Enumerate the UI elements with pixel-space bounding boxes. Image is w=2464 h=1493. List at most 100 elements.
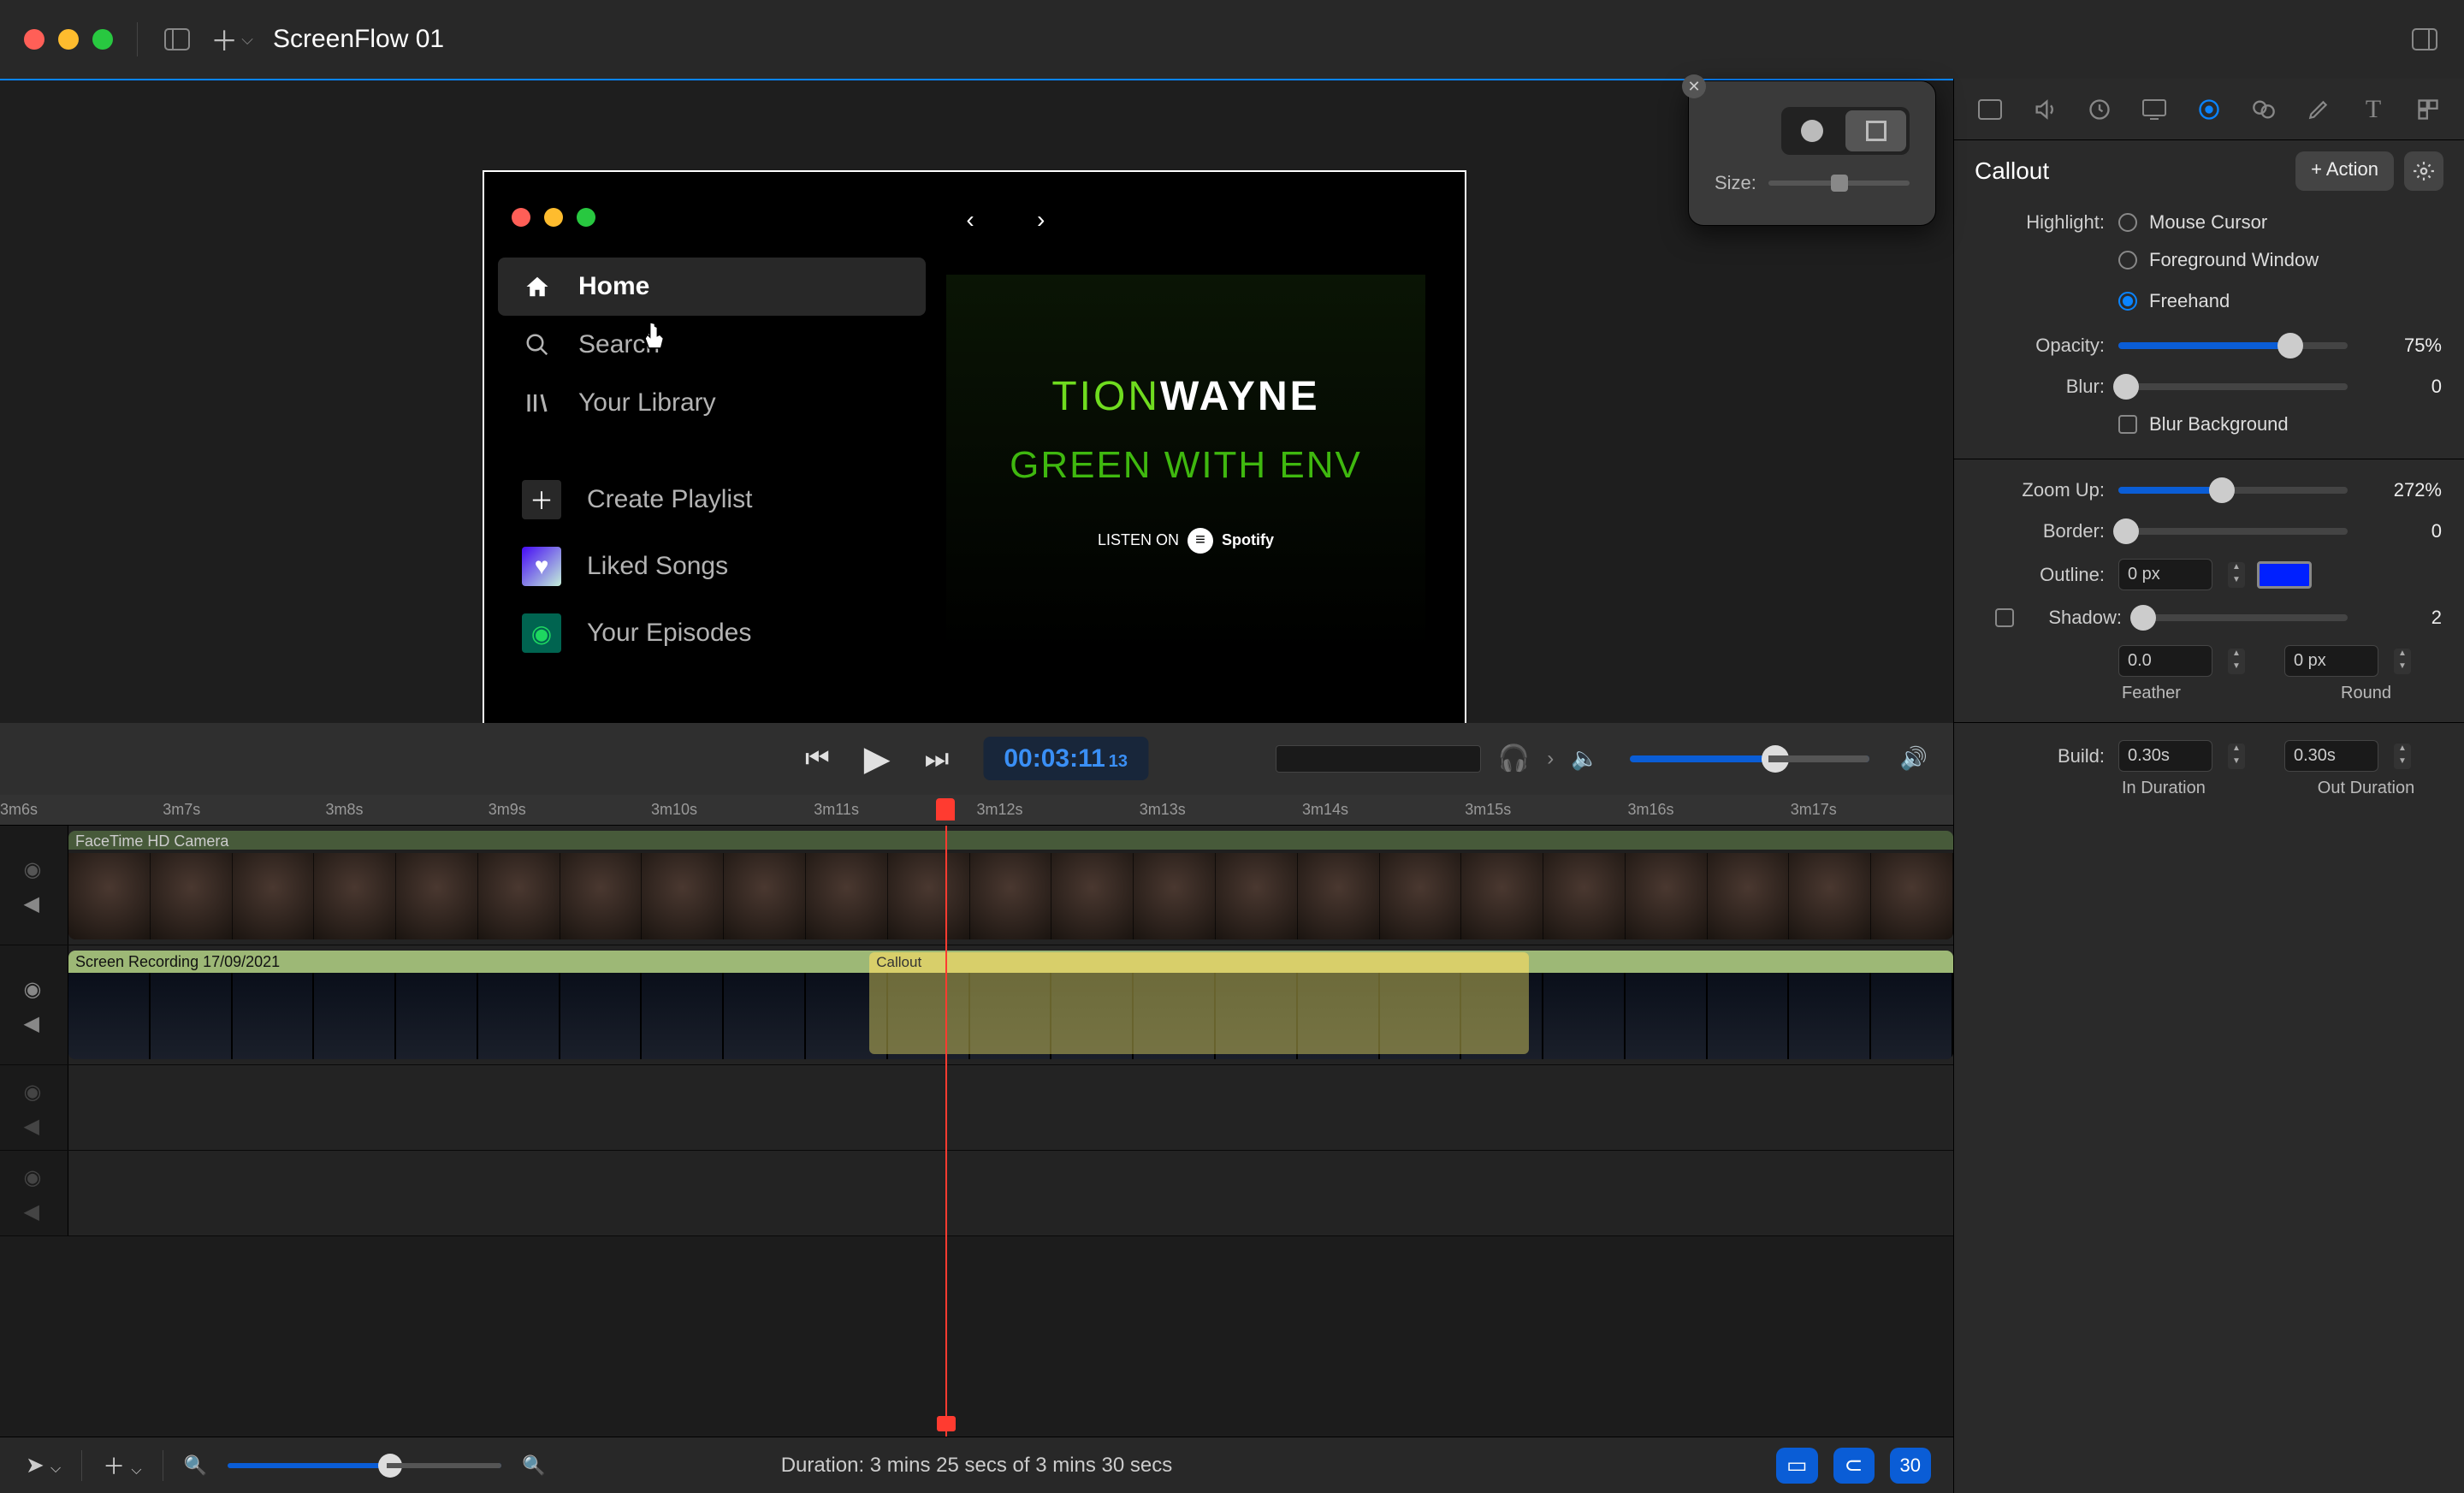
shadow-slider[interactable]: [2135, 614, 2348, 621]
build-in-input[interactable]: 0.30s: [2118, 740, 2212, 772]
shadow-checkbox[interactable]: [1995, 608, 2014, 627]
preview-canvas[interactable]: ✕ Size:: [0, 79, 1953, 723]
clip-screen-recording[interactable]: Screen Recording 17/09/2021 Callout: [68, 951, 1953, 1059]
build-out-stepper[interactable]: ▲▼: [2394, 744, 2411, 769]
spotify-forward-button: ›: [1017, 196, 1065, 244]
outline-color-swatch[interactable]: [2257, 561, 2312, 589]
playhead-handle[interactable]: [936, 798, 955, 821]
blur-value[interactable]: 0: [2360, 376, 2442, 398]
add-action-button[interactable]: + Action: [2295, 151, 2394, 191]
panels-toggle-icon[interactable]: [2409, 24, 2440, 55]
eye-icon[interactable]: ◉: [24, 977, 44, 998]
plus-icon: ＋: [522, 480, 561, 519]
size-slider[interactable]: [1768, 181, 1910, 186]
screenshot-button[interactable]: ▭: [1776, 1448, 1818, 1484]
audio-tab-icon[interactable]: [2024, 89, 2065, 130]
track-camera[interactable]: ◉ ◀ FaceTime HD Camera: [0, 826, 1953, 945]
round-input[interactable]: 0 px: [2284, 645, 2378, 677]
border-value[interactable]: 0: [2360, 520, 2442, 542]
close-window-button[interactable]: [24, 29, 44, 50]
spotify-nav-search: Search: [498, 316, 926, 374]
speaker-icon[interactable]: ◀: [24, 1011, 44, 1032]
track-empty-2[interactable]: ◉◀: [0, 1151, 1953, 1236]
screenrec-tab-icon[interactable]: [2079, 89, 2120, 130]
monitor-tab-icon[interactable]: [2134, 89, 2175, 130]
opacity-slider[interactable]: [2118, 342, 2348, 349]
text-tab-icon[interactable]: T: [2353, 89, 2394, 130]
track-head-camera[interactable]: ◉ ◀: [0, 826, 68, 945]
time-ruler[interactable]: 3m6s3m7s3m8s 3m9s3m10s3m11s 3m12s3m13s3m…: [0, 795, 1953, 826]
radio-mouse-cursor[interactable]: [2118, 213, 2137, 232]
radio-foreground-window[interactable]: [2118, 251, 2137, 270]
track-screen[interactable]: ◉ ◀ Screen Recording 17/09/2021 Callout: [0, 945, 1953, 1065]
border-slider[interactable]: [2118, 528, 2348, 535]
spotify-your-episodes: ◉ Your Episodes: [498, 600, 926, 667]
headphones-icon[interactable]: 🎧: [1498, 744, 1530, 773]
callout-tab-icon[interactable]: [2189, 89, 2230, 130]
sidebar-toggle-icon[interactable]: [162, 24, 192, 55]
callout-action-clip[interactable]: Callout: [869, 952, 1529, 973]
minimize-window-button[interactable]: [58, 29, 79, 50]
inspector-title: Callout: [1975, 157, 2049, 185]
pointer-tool-button[interactable]: ➤ ⌵: [26, 1452, 61, 1478]
volume-slider[interactable]: [1630, 755, 1869, 762]
forward-button[interactable]: ⏭: [925, 743, 950, 775]
add-menu-button[interactable]: ＋⌵: [216, 24, 247, 55]
build-out-input[interactable]: 0.30s: [2284, 740, 2378, 772]
zoom-in-icon[interactable]: 🔍: [522, 1454, 545, 1477]
track-head-screen[interactable]: ◉ ◀: [0, 945, 68, 1064]
speaker-icon[interactable]: ◀: [24, 892, 44, 912]
outline-stepper[interactable]: ▲▼: [2228, 562, 2245, 588]
clip-camera[interactable]: FaceTime HD Camera: [68, 831, 1953, 939]
blur-slider[interactable]: [2118, 383, 2348, 390]
zoom-window-button[interactable]: [92, 29, 113, 50]
feather-input[interactable]: 0.0: [2118, 645, 2212, 677]
media-tab-icon[interactable]: [2408, 89, 2449, 130]
build-in-stepper[interactable]: ▲▼: [2228, 744, 2245, 769]
track-empty-1[interactable]: ◉◀: [0, 1065, 1953, 1151]
callout-action-overlay[interactable]: [869, 973, 1529, 1054]
shadow-value[interactable]: 2: [2360, 607, 2442, 629]
eye-icon[interactable]: ◉: [24, 857, 44, 878]
inspector-panel: T Callout + Action Highlight: Mouse Curs…: [1953, 79, 2464, 1493]
expand-icon[interactable]: ›: [1547, 747, 1554, 771]
zoom-out-icon[interactable]: 🔍: [184, 1454, 207, 1477]
bookmark-icon: ◉: [522, 613, 561, 653]
search-icon: [522, 329, 553, 360]
snap-button[interactable]: ⊂: [1833, 1448, 1875, 1484]
volume-high-icon: 🔊: [1900, 745, 1928, 772]
cursor-shape-segment[interactable]: [1781, 107, 1910, 155]
outline-width-input[interactable]: 0 px: [2118, 559, 2212, 590]
round-stepper[interactable]: ▲▼: [2394, 649, 2411, 674]
spotify-minimize-icon: [544, 208, 563, 227]
video-tab-icon[interactable]: [1969, 89, 2011, 130]
close-icon[interactable]: ✕: [1682, 74, 1706, 98]
add-track-button[interactable]: ＋ ⌵: [103, 1449, 141, 1481]
timecode-display[interactable]: 00:03:1113: [983, 737, 1148, 780]
window-titlebar: ＋⌵ ScreenFlow 01: [0, 0, 2464, 79]
spotify-close-icon: [512, 208, 530, 227]
opacity-value[interactable]: 75%: [2360, 335, 2442, 357]
timeline[interactable]: 3m6s3m7s3m8s 3m9s3m10s3m11s 3m12s3m13s3m…: [0, 795, 1953, 1437]
cursor-size-popover[interactable]: ✕ Size:: [1688, 80, 1936, 226]
play-button[interactable]: ▶: [864, 739, 891, 779]
timeline-zoom-slider[interactable]: [228, 1463, 501, 1468]
annotate-tab-icon[interactable]: [2298, 89, 2339, 130]
size-label: Size:: [1715, 172, 1756, 194]
circle-option[interactable]: [1781, 107, 1842, 155]
blur-background-checkbox[interactable]: [2118, 415, 2137, 434]
square-option[interactable]: [1845, 110, 1906, 151]
playhead-line[interactable]: [945, 826, 947, 1437]
radio-freehand[interactable]: [2118, 292, 2137, 311]
spotify-create-playlist: ＋ Create Playlist: [498, 466, 926, 533]
selected-clip-frame[interactable]: Home Search Your Library: [483, 170, 1466, 786]
audio-meter: [1276, 745, 1481, 773]
feather-stepper[interactable]: ▲▼: [2228, 649, 2245, 674]
fps-button[interactable]: 30: [1890, 1448, 1931, 1484]
action-settings-button[interactable]: [2404, 151, 2443, 191]
duration-label: Duration: 3 mins 25 secs of 3 mins 30 se…: [781, 1454, 1173, 1478]
rewind-button[interactable]: ⏮: [805, 743, 830, 775]
zoom-up-slider[interactable]: [2118, 487, 2348, 494]
zoom-up-value[interactable]: 272%: [2360, 479, 2442, 501]
touch-tab-icon[interactable]: [2243, 89, 2284, 130]
